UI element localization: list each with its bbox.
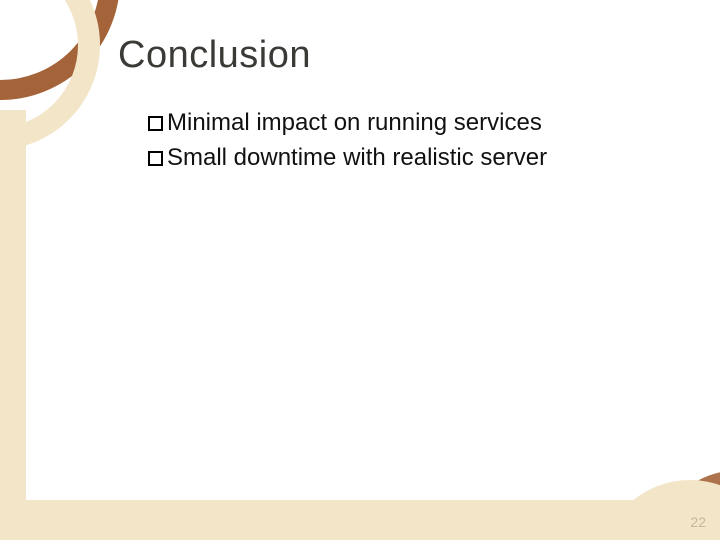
decoration-left-band <box>0 110 26 540</box>
slide-title: Conclusion <box>118 34 311 77</box>
decoration-ring-cream <box>0 0 100 150</box>
bullet-text: Minimal impact on running services <box>167 109 542 136</box>
list-item: Small downtime with realistic server <box>148 141 547 176</box>
list-item: Minimal impact on running services <box>148 106 547 141</box>
bullet-list: Minimal impact on running services Small… <box>148 106 547 176</box>
slide: Conclusion Minimal impact on running ser… <box>0 0 720 540</box>
square-bullet-icon <box>148 116 163 131</box>
bullet-text: Small downtime with realistic server <box>167 144 547 171</box>
square-bullet-icon <box>148 151 163 166</box>
page-number: 22 <box>690 514 706 530</box>
